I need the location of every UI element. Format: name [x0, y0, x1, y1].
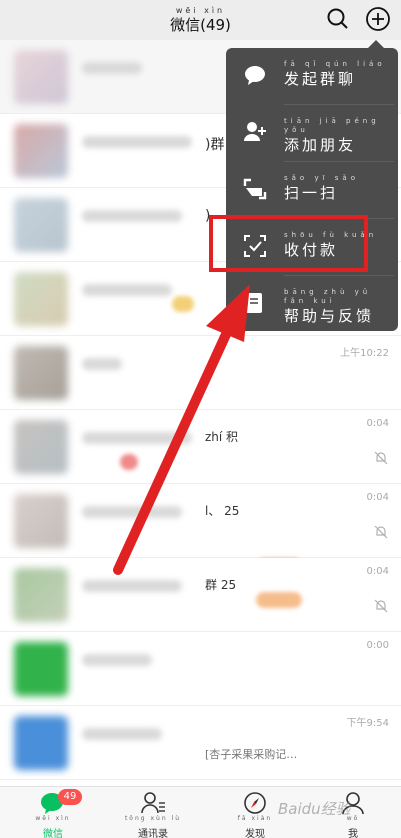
baidu-watermark: Baidu经验	[278, 800, 351, 818]
blurred-name	[82, 432, 192, 444]
plus-popup-menu: fā qǐ qún liáo 发起群聊 tiān jiā péng yǒu 添加…	[226, 48, 398, 331]
avatar	[14, 124, 68, 178]
blurred-emoji	[120, 454, 138, 470]
tab-label: 我	[348, 829, 358, 838]
blurred-name	[82, 580, 182, 592]
blurred-name	[82, 728, 162, 740]
menu-item-label: 帮助与反馈	[284, 307, 375, 325]
menu-item-add-friend[interactable]: tiān jiā péng yǒu 添加朋友	[226, 105, 398, 161]
avatar	[14, 272, 68, 326]
chat-timestamp: 上午10:22	[340, 348, 389, 359]
tab-label: 微信	[43, 829, 63, 838]
avatar	[14, 198, 68, 252]
menu-item-scan[interactable]: sǎo yī sǎo 扫一扫	[226, 162, 398, 218]
avatar	[14, 494, 68, 548]
chat-timestamp: 0:04	[366, 566, 389, 577]
scan-icon	[243, 178, 267, 200]
tab-label: 通讯录	[138, 829, 168, 838]
blurred-name	[82, 62, 142, 74]
avatar	[14, 716, 68, 770]
unread-badge: 49	[58, 789, 82, 805]
blurred-name	[82, 506, 182, 518]
blurred-name	[82, 284, 172, 296]
search-icon[interactable]	[325, 6, 351, 32]
add-friend-icon	[244, 122, 266, 141]
menu-item-group-chat[interactable]: fā qǐ qún liáo 发起群聊	[226, 48, 398, 104]
menu-item-pinyin: bāng zhù yǔ fǎn kuì	[284, 288, 372, 305]
menu-item-label: 扫一扫	[284, 184, 339, 202]
chat-row[interactable]: 上午10:22	[0, 336, 401, 410]
chat-timestamp: 下午9:54	[346, 718, 389, 729]
mute-bell-icon	[374, 451, 388, 465]
chat-row[interactable]: 下午9:54 [杏子采果采购记…	[0, 706, 401, 780]
blurred-name	[82, 210, 182, 222]
chat-row[interactable]: 0:00	[0, 632, 401, 706]
chat-timestamp: 0:04	[366, 418, 389, 429]
menu-item-label: 发起群聊	[284, 70, 357, 88]
blurred-name	[82, 136, 192, 148]
menu-item-label: 添加朋友	[284, 136, 357, 154]
menu-item-help-feedback[interactable]: bāng zhù yǔ fǎn kuì 帮助与反馈	[226, 276, 398, 332]
red-highlight-box	[209, 215, 368, 272]
mute-bell-icon	[374, 599, 388, 613]
avatar	[14, 568, 68, 622]
chat-timestamp: 0:00	[366, 640, 389, 651]
chat-row[interactable]: zhí 积 0:04	[0, 410, 401, 484]
tab-pinyin: wēi xìn	[35, 815, 71, 822]
chat-name-fragment: zhí 积	[205, 430, 239, 444]
chat-name-fragment: 群 25	[205, 578, 237, 592]
title-text: 微信(49)	[170, 16, 231, 34]
discover-icon	[244, 792, 266, 814]
chat-timestamp: 0:04	[366, 492, 389, 503]
avatar	[14, 50, 68, 104]
add-icon[interactable]	[365, 6, 391, 32]
blurred-name	[82, 654, 152, 666]
help-feedback-icon	[246, 293, 262, 313]
top-nav-bar: wēi xìn 微信(49)	[0, 0, 401, 40]
chat-row[interactable]: 群 25 0:04	[0, 558, 401, 632]
chat-bubble-icon	[245, 66, 265, 85]
chat-preview: [杏子采果采购记…	[205, 748, 298, 761]
tab-pinyin: tōng xùn lù	[124, 815, 182, 822]
contacts-icon	[141, 792, 165, 814]
avatar	[14, 642, 68, 696]
mute-bell-icon	[374, 525, 388, 539]
chat-name-fragment: )群	[205, 137, 225, 153]
menu-item-pinyin: fā qǐ qún liáo	[284, 60, 386, 68]
tab-contacts[interactable]: tōng xùn lù 通讯录	[118, 791, 188, 838]
tab-chats[interactable]: 49 wēi xìn 微信	[18, 789, 88, 838]
blurred-emoji	[256, 592, 302, 608]
blurred-emoji	[172, 296, 194, 312]
tab-label: 发现	[245, 829, 265, 838]
menu-item-pinyin: tiān jiā péng yǒu	[284, 117, 380, 134]
avatar	[14, 420, 68, 474]
blurred-name	[82, 358, 122, 370]
menu-item-pinyin: sǎo yī sǎo	[284, 174, 359, 182]
menu-pointer	[368, 40, 384, 48]
chat-row[interactable]: l、 25 0:04	[0, 484, 401, 574]
chat-name-fragment: l、 25	[205, 504, 240, 518]
avatar	[14, 346, 68, 400]
